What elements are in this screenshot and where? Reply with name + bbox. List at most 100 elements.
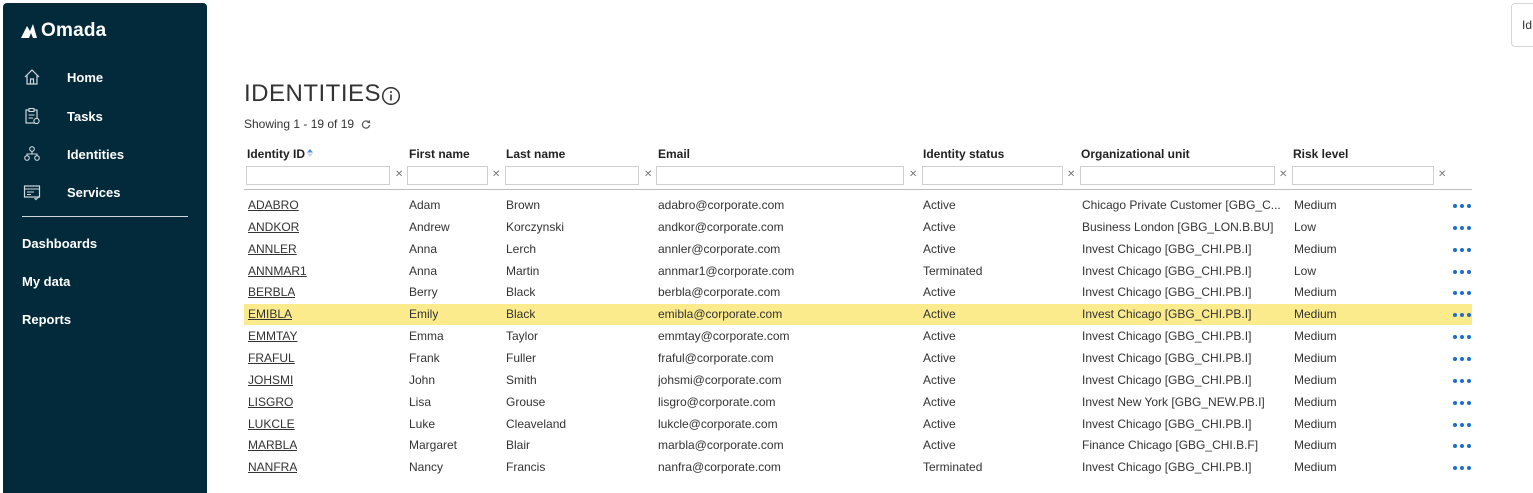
- more-actions-icon[interactable]: [1453, 444, 1471, 449]
- organizational-unit-cell: Invest New York [GBG_NEW.PB.I]: [1082, 394, 1265, 409]
- more-actions-icon[interactable]: [1453, 225, 1471, 230]
- more-actions-icon[interactable]: [1453, 291, 1471, 296]
- column-header-first-name[interactable]: First name: [409, 147, 470, 161]
- column-header-last-name[interactable]: Last name: [506, 147, 565, 161]
- risk-level-cell: Medium: [1294, 394, 1337, 409]
- identity-id-link[interactable]: ANNMAR1: [248, 264, 307, 278]
- info-icon[interactable]: [381, 86, 401, 106]
- column-header-identity-id[interactable]: Identity ID: [247, 147, 314, 161]
- identity-id-link[interactable]: EMIBLA: [248, 307, 292, 321]
- filter-risk-level-input[interactable]: [1292, 166, 1434, 185]
- sort-ascending-icon: [307, 149, 314, 157]
- identity-id-link[interactable]: BERBLA: [248, 285, 295, 299]
- clear-filter-risk-level-icon[interactable]: ✕: [1438, 169, 1446, 180]
- clear-filter-identity-status-icon[interactable]: ✕: [1067, 169, 1075, 180]
- identity-id-link[interactable]: EMMTAY: [248, 329, 298, 343]
- column-header-identity-status[interactable]: Identity status: [923, 147, 1004, 161]
- last-name-cell: Francis: [506, 460, 546, 475]
- sidebar-link-my-data[interactable]: My data: [22, 274, 70, 289]
- filter-first-name-input[interactable]: [407, 166, 488, 185]
- table-row[interactable]: ANNMAR1 Anna Martin annmar1@corporate.com Te…: [244, 261, 1472, 282]
- more-actions-icon[interactable]: [1453, 313, 1471, 318]
- column-header-risk-level[interactable]: Risk level: [1293, 147, 1348, 161]
- identity-id-link[interactable]: JOHSMI: [248, 373, 293, 387]
- table-row[interactable]: LUKCLE Luke Cleaveland lukcle@corporate.com…: [244, 414, 1472, 435]
- table-row[interactable]: MARBLA Margaret Blair marbla@corporate.com A…: [244, 435, 1472, 456]
- clear-filter-email-icon[interactable]: ✕: [909, 169, 917, 180]
- identity-id-link[interactable]: ANNLER: [248, 242, 297, 256]
- identities-icon: [24, 146, 40, 161]
- sidebar-item-tasks[interactable]: Tasks: [3, 101, 207, 131]
- column-header-email[interactable]: Email: [658, 147, 690, 161]
- identity-id-link[interactable]: ANDKOR: [248, 220, 299, 234]
- risk-level-cell: Medium: [1294, 460, 1337, 475]
- clear-filter-first-name-icon[interactable]: ✕: [492, 169, 500, 180]
- first-name-cell: Frank: [409, 350, 440, 365]
- table-row[interactable]: ADABRO Adam Brown adabro@corporate.com Activ…: [244, 195, 1472, 216]
- more-actions-icon[interactable]: [1453, 247, 1471, 252]
- omada-logo[interactable]: Omada: [19, 19, 106, 43]
- filter-last-name-input[interactable]: [505, 166, 639, 185]
- filter-identity-status-input[interactable]: [922, 166, 1063, 185]
- identity-id-link[interactable]: ADABRO: [248, 198, 299, 212]
- table-row[interactable]: ANNLER Anna Lerch annler@corporate.com Activ…: [244, 239, 1472, 260]
- sidebar: Omada Home Tasks Identities Services Das…: [3, 3, 207, 493]
- more-actions-icon[interactable]: [1453, 269, 1471, 274]
- identity-id-link[interactable]: MARBLA: [248, 438, 297, 452]
- email-cell: lukcle@corporate.com: [658, 416, 778, 431]
- more-actions-icon[interactable]: [1453, 356, 1471, 361]
- identity-id-link[interactable]: FRAFUL: [248, 351, 295, 365]
- more-actions-icon[interactable]: [1453, 378, 1471, 383]
- sidebar-item-identities[interactable]: Identities: [3, 139, 207, 169]
- filter-organizational-unit-input[interactable]: [1080, 166, 1275, 185]
- organizational-unit-cell: Invest Chicago [GBG_CHI.PB.I]: [1082, 350, 1252, 365]
- identity-id-link[interactable]: LUKCLE: [248, 417, 295, 431]
- clear-filter-last-name-icon[interactable]: ✕: [644, 169, 652, 180]
- identity-id-link[interactable]: NANFRA: [248, 460, 297, 474]
- more-actions-icon[interactable]: [1453, 335, 1471, 340]
- more-actions-icon[interactable]: [1453, 422, 1471, 427]
- email-cell: adabro@corporate.com: [658, 198, 785, 212]
- last-name-cell: Brown: [506, 198, 541, 212]
- identity-status-cell: Active: [923, 329, 956, 344]
- identity-status-cell: Active: [923, 372, 956, 387]
- last-name-cell: Black: [506, 307, 536, 322]
- risk-level-cell: Medium: [1294, 285, 1337, 300]
- table-row[interactable]: ANDKOR Andrew Korczynski andkor@corporate.c…: [244, 217, 1472, 238]
- risk-level-cell: Medium: [1294, 438, 1337, 453]
- filter-email-input[interactable]: [656, 166, 904, 185]
- sidebar-link-reports[interactable]: Reports: [22, 312, 71, 327]
- more-actions-icon[interactable]: [1453, 204, 1471, 208]
- table-row[interactable]: JOHSMI John Smith johsmi@corporate.com Activ…: [244, 370, 1472, 391]
- table-row[interactable]: FRAFUL Frank Fuller fraful@corporate.com Act…: [244, 348, 1472, 369]
- sidebar-link-dashboards[interactable]: Dashboards: [22, 236, 97, 251]
- organizational-unit-cell: Business London [GBG_LON.B.BU]: [1082, 219, 1274, 234]
- identity-status-cell: Active: [923, 219, 956, 234]
- top-right-search-text: Id: [1522, 18, 1533, 32]
- last-name-cell: Lerch: [506, 241, 537, 256]
- risk-level-cell: Medium: [1294, 198, 1337, 212]
- table-row[interactable]: BERBLA Berry Black berbla@corporate.com Acti…: [244, 282, 1472, 303]
- table-row[interactable]: EMMTAY Emma Taylor emmtay@corporate.com Acti…: [244, 326, 1472, 347]
- filter-identity-id-input[interactable]: [246, 166, 390, 185]
- top-right-search[interactable]: Id: [1511, 3, 1533, 47]
- identity-status-cell: Active: [923, 438, 956, 453]
- more-actions-icon[interactable]: [1453, 400, 1471, 405]
- first-name-cell: Adam: [409, 198, 441, 212]
- email-cell: marbla@corporate.com: [658, 438, 784, 453]
- clear-filter-identity-id-icon[interactable]: ✕: [395, 169, 403, 180]
- table-row[interactable]: EMIBLA Emily Black emibla@corporate.com Acti…: [244, 304, 1472, 326]
- refresh-icon[interactable]: [361, 119, 371, 129]
- column-header-organizational-unit[interactable]: Organizational unit: [1081, 147, 1190, 161]
- sidebar-item-home[interactable]: Home: [3, 62, 207, 92]
- clear-filter-organizational-unit-icon[interactable]: ✕: [1279, 169, 1287, 180]
- sidebar-item-label: Services: [67, 184, 121, 200]
- sidebar-item-services[interactable]: Services: [3, 177, 207, 207]
- risk-level-cell: Medium: [1294, 372, 1337, 387]
- identity-id-link[interactable]: LISGRO: [248, 395, 293, 409]
- table-row[interactable]: NANFRA Nancy Francis nanfra@corporate.com Te…: [244, 457, 1472, 478]
- table-row[interactable]: LISGRO Lisa Grouse lisgro@corporate.com Acti…: [244, 392, 1472, 413]
- email-cell: annmar1@corporate.com: [658, 263, 795, 278]
- first-name-cell: Anna: [409, 263, 438, 278]
- more-actions-icon[interactable]: [1453, 466, 1471, 471]
